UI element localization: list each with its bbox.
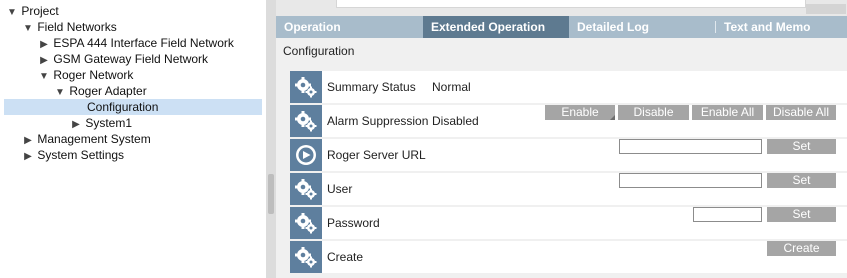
property-value: Normal [432,80,471,94]
tree-item-label: Project [21,4,59,18]
expand-toggle-icon[interactable]: ▼ [22,21,34,37]
tree-item-field-networks[interactable]: ▼ Field Networks [22,19,117,35]
gears-icon [290,105,322,137]
tree-item-management-system[interactable]: ▶ Management System [22,131,151,147]
header-button[interactable] [806,4,846,14]
property-label: Alarm Suppression [327,114,429,128]
tree-item-label: Field Networks [37,20,117,34]
password-input[interactable] [693,207,762,222]
expand-toggle-icon[interactable]: ▼ [6,5,18,21]
button-label: Set [792,207,811,221]
tab-label: Text and Memo [724,20,811,34]
tree-item-label: GSM Gateway Field Network [53,52,209,66]
button-label: Set [792,173,811,187]
tab-text-and-memo[interactable]: Text and Memo [716,16,847,38]
property-label: Create [327,250,364,264]
tab-bar: Operation Extended Operation Detailed Lo… [276,16,847,38]
tree-item-system-settings[interactable]: ▶ System Settings [22,147,124,163]
user-input[interactable] [619,173,762,188]
set-url-button[interactable]: Set [767,139,836,154]
button-label: Enable [561,105,599,119]
tab-label: Operation [284,20,341,34]
splitter-grip[interactable] [268,174,274,214]
tab-detailed-log[interactable]: Detailed Log [569,16,716,38]
tree-item-label: Management System [37,132,151,146]
enable-all-button[interactable]: Enable All [692,105,763,120]
gears-icon [290,207,322,239]
tree-item-gsm-gateway[interactable]: ▶ GSM Gateway Field Network [38,51,208,67]
play-circle-icon [290,139,322,171]
section-title: Configuration [283,44,355,58]
button-label: Create [783,241,820,255]
tree-item-label: Configuration [87,100,159,114]
tree-item-system1[interactable]: ▶ System1 [70,115,132,131]
enable-button[interactable]: Enable [545,105,615,120]
tree-item-roger-network[interactable]: ▼ Roger Network [38,67,133,83]
button-label: Disable All [772,105,830,119]
button-label: Set [792,139,811,153]
navigation-tree: ▼ Project ▼ Field Networks ▶ ESPA 444 In… [0,0,266,278]
gears-icon [290,173,322,205]
tree-item-label: System1 [85,116,133,130]
pane-splitter[interactable] [266,0,276,278]
roger-server-url-input[interactable] [619,139,762,154]
disable-all-button[interactable]: Disable All [766,105,836,120]
button-label: Disable [633,105,674,119]
expand-toggle-icon[interactable]: ▶ [22,149,34,165]
tree-item-label: ESPA 444 Interface Field Network [53,36,234,50]
property-row-roger-server-url: Roger Server URL Set [290,139,847,171]
property-row-summary-status: Summary Status Normal [290,71,847,103]
property-label: Summary Status [327,80,416,94]
set-user-button[interactable]: Set [767,173,836,188]
button-label: Enable All [700,105,755,119]
property-row-user: User Set [290,173,847,205]
property-label: Password [327,216,380,230]
property-value: Disabled [432,114,479,128]
tab-label: Detailed Log [577,20,650,34]
property-row-password: Password Set [290,207,847,239]
tree-item-roger-adapter[interactable]: ▼ Roger Adapter [54,83,147,99]
tab-label: Extended Operation [431,20,546,34]
gears-icon [290,71,322,103]
tree-item-label: Roger Network [53,68,134,82]
property-row-alarm-suppression: Alarm Suppression Disabled Enable Disabl… [290,105,847,137]
tree-item-project[interactable]: ▼ Project [6,3,59,19]
tab-extended-operation[interactable]: Extended Operation [423,16,569,38]
tree-item-espa-444[interactable]: ▶ ESPA 444 Interface Field Network [38,35,234,51]
detail-pane: Operation Extended Operation Detailed Lo… [276,0,847,278]
header-strip [276,0,847,16]
property-label: User [327,182,353,196]
tree-item-label: System Settings [37,148,125,162]
expand-toggle-icon[interactable]: ▼ [38,69,50,85]
property-row-create: Create Create [290,241,847,273]
property-label: Roger Server URL [327,148,426,162]
create-button[interactable]: Create [767,241,836,256]
tab-operation[interactable]: Operation [276,16,423,38]
set-password-button[interactable]: Set [767,207,836,222]
disable-button[interactable]: Disable [618,105,689,120]
dropdown-corner-icon [610,115,615,120]
header-field [336,0,806,8]
gears-icon [290,241,322,273]
tree-item-configuration[interactable]: Configuration [4,99,262,115]
tree-item-label: Roger Adapter [69,84,147,98]
